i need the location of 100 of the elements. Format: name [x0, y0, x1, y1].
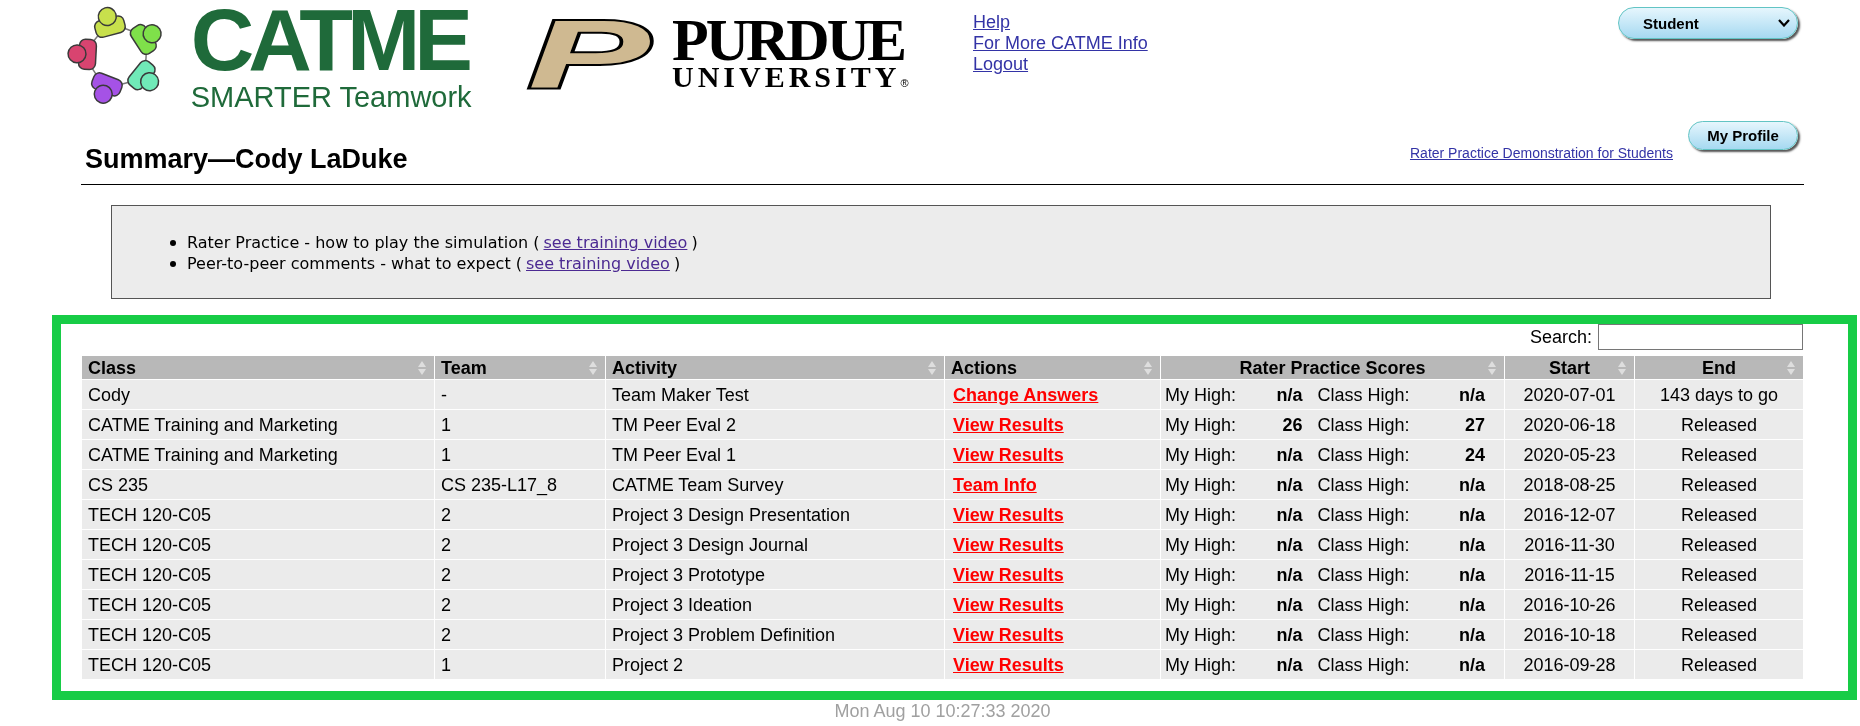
- header-link[interactable]: For More CATME Info: [973, 33, 1148, 54]
- bullet-icon: [170, 239, 176, 246]
- table-cell: 2: [434, 619, 606, 650]
- page-title: Summary—Cody LaDuke: [85, 143, 408, 175]
- table-cell: Released: [1634, 649, 1804, 680]
- column-header[interactable]: Actions: [944, 355, 1161, 380]
- score-value: n/a: [1276, 384, 1303, 405]
- score-label: Class High:: [1317, 384, 1410, 405]
- table-cell: CATME Training and Marketing: [81, 409, 435, 440]
- table-cell: 2020-06-18: [1504, 409, 1635, 440]
- brand-tagline: SMARTER Teamwork: [190, 82, 472, 112]
- score-label: My High:: [1165, 414, 1236, 435]
- table-cell: 2: [434, 529, 606, 560]
- score-label: My High:: [1165, 444, 1236, 465]
- training-video-link[interactable]: see training video: [526, 254, 670, 273]
- table-cell: TECH 120-C05: [81, 559, 435, 590]
- role-dropdown[interactable]: Student: [1618, 7, 1798, 39]
- chevron-down-icon: [1778, 19, 1790, 27]
- score-label: Class High:: [1317, 444, 1410, 465]
- score-value: n/a: [1276, 594, 1303, 615]
- info-text: Rater Practice - how to play the simulation ( see training video ): [187, 232, 698, 253]
- table-cell: Project 3 Design Presentation: [605, 499, 945, 530]
- table-cell: Project 3 Ideation: [605, 589, 945, 620]
- table-cell: 2016-12-07: [1504, 499, 1635, 530]
- table-cell: 2016-09-28: [1504, 649, 1635, 680]
- table-cell: Released: [1634, 409, 1804, 440]
- table-cell: 2020-07-01: [1504, 379, 1635, 410]
- table-cell: Project 2: [605, 649, 945, 680]
- score-label: Class High:: [1317, 564, 1410, 585]
- score-value: n/a: [1276, 504, 1303, 525]
- table-cell: Project 3 Prototype: [605, 559, 945, 590]
- score-label: Class High:: [1317, 504, 1410, 525]
- score-label: My High:: [1165, 564, 1236, 585]
- score-value: n/a: [1276, 564, 1303, 585]
- search-label: Search:: [1529, 327, 1592, 347]
- sort-icon: [928, 359, 936, 376]
- timestamp: Mon Aug 10 10:27:33 2020: [834, 701, 1051, 721]
- score-label: My High:: [1165, 594, 1236, 615]
- table-cell: TM Peer Eval 2: [605, 409, 945, 440]
- table-cell: TECH 120-C05: [81, 499, 435, 530]
- score-label: Class High:: [1317, 414, 1410, 435]
- score-value: n/a: [1276, 654, 1303, 675]
- demo-link[interactable]: Rater Practice Demonstration for Students: [1410, 145, 1673, 161]
- table-cell: Cody: [81, 379, 435, 410]
- table-cell: 2018-08-25: [1504, 469, 1635, 500]
- header-link[interactable]: Logout: [973, 54, 1029, 75]
- score-value: n/a: [1459, 474, 1485, 495]
- table-cell: 2016-10-26: [1504, 589, 1635, 620]
- score-label: My High:: [1165, 504, 1236, 525]
- table-cell: 2016-10-18: [1504, 619, 1635, 650]
- score-value: n/a: [1459, 534, 1485, 555]
- table-cell: CS 235: [81, 469, 435, 500]
- table-cell: TECH 120-C05: [81, 619, 435, 650]
- column-header[interactable]: Activity: [605, 355, 945, 380]
- table-cell: Released: [1634, 469, 1804, 500]
- training-video-link[interactable]: see training video: [543, 233, 688, 252]
- table-cell: 2016-11-15: [1504, 559, 1635, 590]
- registered-mark: ®: [900, 77, 909, 89]
- table-cell: Released: [1634, 619, 1804, 650]
- table-cell: CS 235-L17_8: [434, 469, 606, 500]
- score-value: n/a: [1459, 624, 1485, 645]
- table-cell: TECH 120-C05: [81, 649, 435, 680]
- logo-letter: P: [528, 19, 650, 88]
- table-cell: 1: [434, 409, 606, 440]
- sort-icon: [1618, 359, 1626, 376]
- score-label: Class High:: [1317, 534, 1410, 555]
- score-value: 26: [1282, 414, 1303, 435]
- profile-button[interactable]: My Profile: [1688, 121, 1798, 150]
- score-label: My High:: [1165, 624, 1236, 645]
- score-value: n/a: [1276, 444, 1303, 465]
- bullet-icon: [170, 260, 176, 267]
- table-cell: Team Maker Test: [605, 379, 945, 410]
- table-cell: -: [434, 379, 606, 410]
- column-header[interactable]: Team: [434, 355, 606, 380]
- score-label: My High:: [1165, 534, 1236, 555]
- table-cell: 2: [434, 499, 606, 530]
- table-cell: 143 days to go: [1634, 379, 1804, 410]
- score-value: n/a: [1276, 624, 1303, 645]
- column-header[interactable]: End: [1634, 355, 1804, 380]
- table-cell: 2016-11-30: [1504, 529, 1635, 560]
- sort-icon: [1488, 359, 1496, 376]
- score-value: n/a: [1276, 534, 1303, 555]
- table-cell: Released: [1634, 589, 1804, 620]
- logo-subtitle: UNIVERSITY: [672, 65, 901, 89]
- sort-icon: [1144, 359, 1152, 376]
- brand-name: CATME: [190, 5, 468, 75]
- table-cell: 2020-05-23: [1504, 439, 1635, 470]
- search-field[interactable]: [1598, 324, 1803, 350]
- sort-icon: [1787, 359, 1795, 376]
- table-cell: Released: [1634, 499, 1804, 530]
- score-value: 24: [1464, 444, 1485, 465]
- score-label: My High:: [1165, 654, 1236, 675]
- table-cell: TECH 120-C05: [81, 529, 435, 560]
- column-header[interactable]: Class: [81, 355, 435, 380]
- table-cell: CATME Training and Marketing: [81, 439, 435, 470]
- column-header[interactable]: Start: [1504, 355, 1635, 380]
- column-header[interactable]: Rater Practice Scores: [1160, 355, 1505, 380]
- header-link[interactable]: Help: [973, 12, 1011, 33]
- score-label: Class High:: [1317, 624, 1410, 645]
- table-cell: 2: [434, 559, 606, 590]
